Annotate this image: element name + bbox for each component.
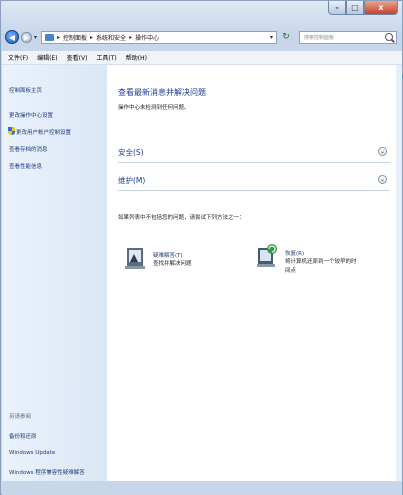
chevron-down-icon[interactable]: ⌄ [378,175,387,184]
windows-update-link[interactable]: Windows Update [9,450,55,456]
security-section[interactable]: 安全(S) ⌄ [118,141,390,163]
content-edge [396,65,402,481]
caption-buttons: - □ x [328,1,398,15]
troubleshooting-link[interactable]: 疑难解答(T) [153,251,183,259]
maintenance-section[interactable]: 维护(M) ⌄ [118,169,390,191]
backup-restore-link[interactable]: 备份和还原 [9,432,37,440]
change-uac-settings-link[interactable]: 更改用户帐户控制设置 [16,128,71,136]
see-also-heading: 另请参阅 [9,414,32,420]
forward-arrow-icon[interactable]: ▶ [21,32,32,43]
recovery-description-line: 将计算机还原到一个较早的时 [285,259,357,265]
change-action-center-settings-link[interactable]: 更改操作中心设置 [9,111,53,119]
security-section-label[interactable]: 安全(S) [118,147,144,158]
menu-bar: 文件(F) 编辑(E) 查看(V) 工具(T) 帮助(H) [2,51,402,65]
troubleshooting-icon [125,248,145,269]
refresh-icon[interactable]: ↻ [281,32,291,43]
maximize-button[interactable]: □ [346,1,364,15]
recovery-description: 将计算机还原到一个较早的时 间点 [285,258,357,276]
recovery-link[interactable]: 恢复(R) [285,249,304,257]
address-dropdown-icon[interactable]: ▾ [270,34,273,41]
search-input[interactable]: 搜索控制面板 [299,31,397,44]
control-panel-home-link[interactable]: 控制面板主页 [9,86,42,94]
troubleshooting-item: 疑难解答(T) 查找并解决问题 [125,245,245,275]
breadcrumb-separator[interactable]: ▸ [90,34,93,41]
search-placeholder: 搜索控制面板 [304,35,335,41]
menu-view[interactable]: 查看(V) [67,53,88,62]
breadcrumb-separator[interactable]: ▸ [57,34,60,41]
history-dropdown-icon[interactable]: ▾ [34,34,37,41]
window-bottom-frame [2,481,402,495]
breadcrumb-separator[interactable]: ▸ [129,34,132,41]
page-title: 查看最新消息并解决问题 [118,88,206,97]
recovery-item: 恢复(R) 将计算机还原到一个较早的时 间点 [257,243,392,283]
chevron-down-icon[interactable]: ⌄ [378,147,387,156]
alternatives-prompt: 如果列表中不包括您的问题，请尝试下列方法之一： [118,215,245,221]
menu-help[interactable]: 帮助(H) [126,53,147,62]
recovery-description-line: 间点 [285,268,297,274]
troubleshooting-description: 查找并解决问题 [153,261,192,267]
status-message: 操作中心未检测到任何问题。 [118,105,190,111]
program-compatibility-link[interactable]: Windows 程序兼容性疑难解答 [9,468,85,476]
title-bar: - □ x [1,1,402,31]
breadcrumb-system-security[interactable]: 系统和安全 [96,33,126,42]
breadcrumb-action-center[interactable]: 操作中心 [135,33,159,42]
recovery-icon [257,244,277,267]
minimize-button[interactable]: - [328,1,346,15]
menu-edit[interactable]: 编辑(E) [37,53,57,62]
window-frame: - □ x ◀ ▶ ▾ ▸ 控制面板 ▸ 系统和安全 ▸ 操作中心 ▾ ↻ 搜索… [0,0,403,495]
address-bar[interactable]: ▸ 控制面板 ▸ 系统和安全 ▸ 操作中心 ▾ [41,31,277,44]
search-icon[interactable] [385,33,393,41]
menu-file[interactable]: 文件(F) [8,53,28,62]
back-arrow-icon[interactable]: ◀ [5,30,19,44]
breadcrumb-control-panel[interactable]: 控制面板 [63,33,87,42]
main-content: ? 查看最新消息并解决问题 操作中心未检测到任何问题。 安全(S) ⌄ 维护(M… [107,65,403,481]
maintenance-section-label[interactable]: 维护(M) [118,175,145,186]
menu-tools[interactable]: 工具(T) [96,53,116,62]
close-button[interactable]: x [364,1,398,15]
left-task-pane: 控制面板主页 更改操作中心设置 更改用户帐户控制设置 查看存档的消息 查看性能信… [2,65,107,481]
view-archived-messages-link[interactable]: 查看存档的消息 [9,145,48,153]
uac-shield-icon [8,127,15,135]
control-panel-folder-icon [45,34,54,41]
view-performance-info-link[interactable]: 查看性能信息 [9,162,42,170]
